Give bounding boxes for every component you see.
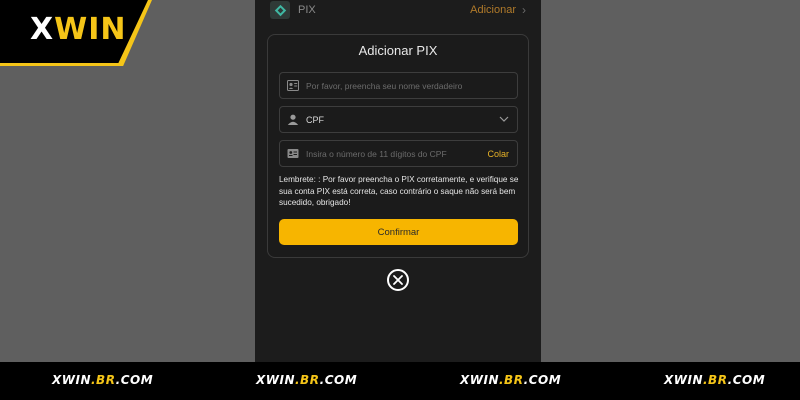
- id-card-icon: [287, 148, 301, 160]
- chevron-down-icon: [499, 114, 509, 125]
- cpf-field[interactable]: Colar: [279, 140, 518, 167]
- logo-win: WIN: [54, 12, 127, 47]
- add-pix-modal: Adicionar PIX CPF Colar Lembrete: : Por …: [267, 34, 529, 258]
- modal-title: Adicionar PIX: [358, 43, 438, 58]
- pix-method-row[interactable]: PIX Adicionar ›: [266, 0, 530, 20]
- logo-x: X: [30, 12, 55, 47]
- brand-logo: XWIN: [30, 12, 127, 47]
- pix-logo-icon: [270, 1, 290, 19]
- document-type-select[interactable]: CPF: [279, 106, 518, 133]
- pix-row-label: PIX: [298, 4, 316, 16]
- footer-domain: XWIN.BR.COM: [256, 373, 358, 387]
- paste-button[interactable]: Colar: [487, 149, 509, 159]
- close-icon: [393, 275, 403, 285]
- document-type-value: CPF: [306, 114, 324, 125]
- name-field[interactable]: [279, 72, 518, 99]
- footer-domain: XWIN.BR.COM: [460, 373, 562, 387]
- cpf-input[interactable]: [306, 148, 488, 159]
- name-input[interactable]: [306, 80, 517, 91]
- confirm-button[interactable]: Confirmar: [279, 219, 518, 245]
- add-pix-link[interactable]: Adicionar: [470, 4, 516, 16]
- user-icon: [287, 114, 301, 126]
- footer-domain: XWIN.BR.COM: [52, 373, 154, 387]
- reminder-text: Lembrete: : Por favor preencha o PIX cor…: [279, 175, 519, 207]
- id-user-icon: [287, 80, 301, 92]
- footer-band: XWIN.BR.COM XWIN.BR.COM XWIN.BR.COM XWIN…: [0, 362, 800, 400]
- close-modal-button[interactable]: [387, 269, 409, 291]
- chevron-right-icon: ›: [522, 3, 526, 17]
- footer-domain: XWIN.BR.COM: [664, 373, 766, 387]
